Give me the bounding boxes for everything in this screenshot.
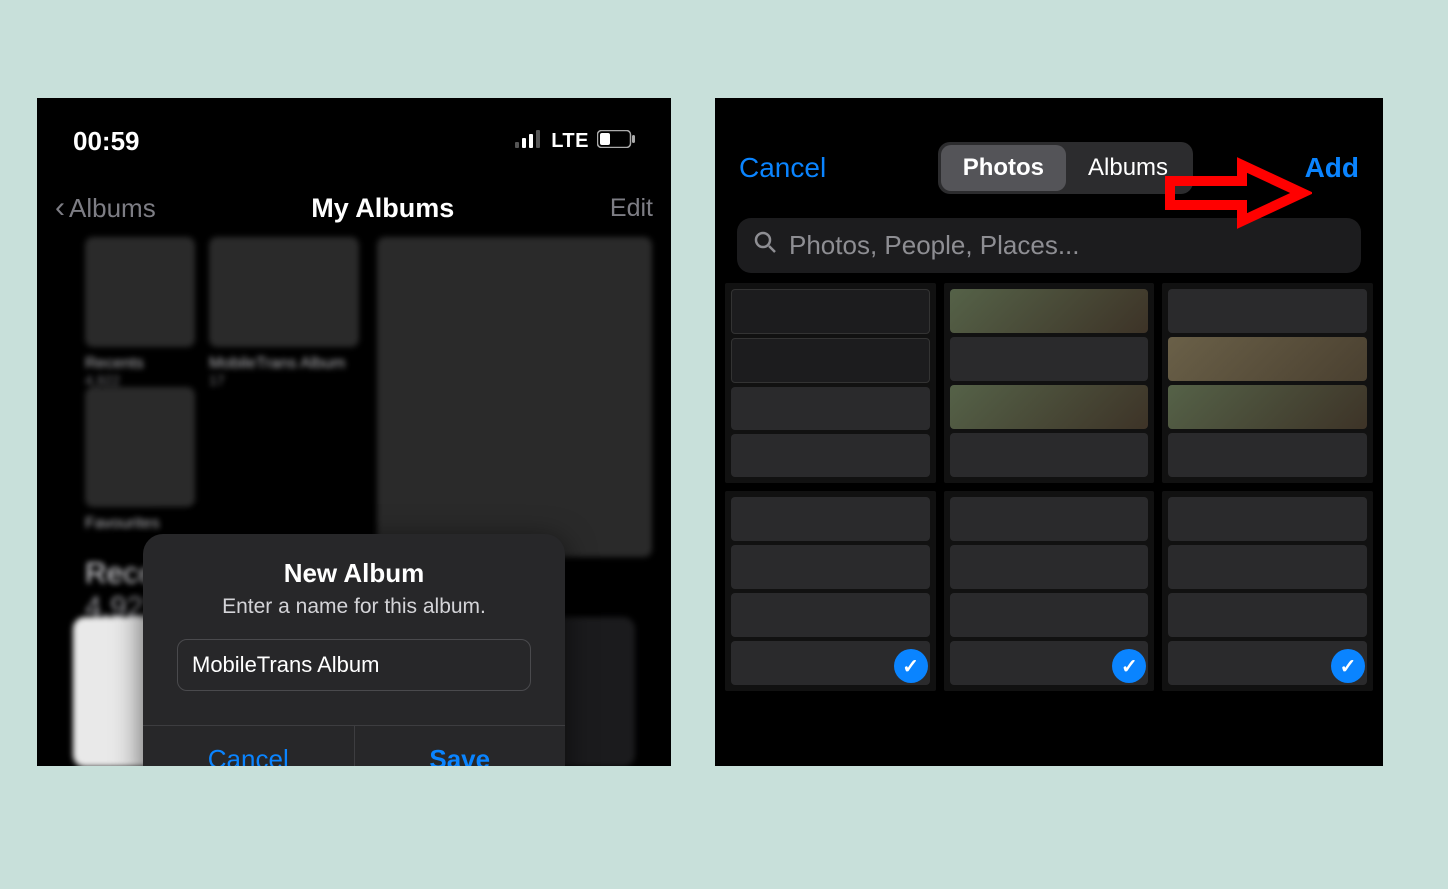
network-type: LTE (551, 130, 589, 153)
album-thumb (85, 387, 195, 507)
photo-thumbnail[interactable] (944, 283, 1155, 483)
status-time: 00:59 (73, 126, 140, 157)
album-label: MobileTrans Album (209, 355, 345, 373)
nav-title: My Albums (311, 193, 454, 224)
new-album-alert: New Album Enter a name for this album. M… (143, 534, 565, 766)
add-button[interactable]: Add (1305, 152, 1359, 184)
save-button[interactable]: Save (354, 726, 566, 766)
status-icons: LTE (515, 130, 635, 153)
alert-title: New Album (163, 558, 545, 589)
photo-thumbnail[interactable] (944, 491, 1155, 691)
photo-thumbnail[interactable] (1162, 491, 1373, 691)
photo-grid (715, 283, 1383, 691)
album-thumb (85, 237, 195, 347)
phone-screenshot-left: 00:59 LTE ‹ Albums My Albums Edit Recent… (37, 98, 671, 766)
cancel-button[interactable]: Cancel (739, 152, 826, 184)
album-large-thumb (377, 237, 652, 557)
cellular-signal-icon (515, 130, 543, 153)
album-count: 17 (209, 372, 225, 388)
selection-check-icon (894, 649, 928, 683)
search-placeholder: Photos, People, Places... (789, 230, 1080, 261)
nav-bar: ‹ Albums My Albums Edit (37, 171, 671, 237)
back-button[interactable]: ‹ Albums (55, 191, 156, 225)
album-thumb (209, 237, 359, 347)
status-bar-cropped (715, 98, 1383, 114)
seg-photos[interactable]: Photos (941, 145, 1066, 191)
battery-icon (597, 130, 635, 153)
album-label: Recents (85, 355, 144, 373)
album-name-input[interactable]: MobileTrans Album (177, 639, 531, 691)
status-bar: 00:59 LTE (37, 98, 671, 171)
chevron-left-icon: ‹ (55, 191, 65, 225)
phone-screenshot-right: Cancel Photos Albums Add Photos, People,… (715, 98, 1383, 766)
cancel-button[interactable]: Cancel (143, 726, 354, 766)
search-icon (753, 230, 777, 261)
selection-check-icon (1331, 649, 1365, 683)
segmented-control[interactable]: Photos Albums (938, 142, 1193, 194)
photo-thumbnail[interactable] (1162, 283, 1373, 483)
album-count: 4,922 (85, 372, 120, 388)
photo-thumbnail[interactable] (725, 491, 936, 691)
alert-buttons: Cancel Save (143, 725, 565, 766)
back-label: Albums (69, 193, 156, 224)
album-label: Favourites (85, 515, 160, 533)
annotation-arrow-icon (1162, 153, 1312, 233)
alert-subtitle: Enter a name for this album. (163, 595, 545, 619)
photo-thumbnail[interactable] (725, 283, 936, 483)
edit-button[interactable]: Edit (610, 194, 653, 223)
